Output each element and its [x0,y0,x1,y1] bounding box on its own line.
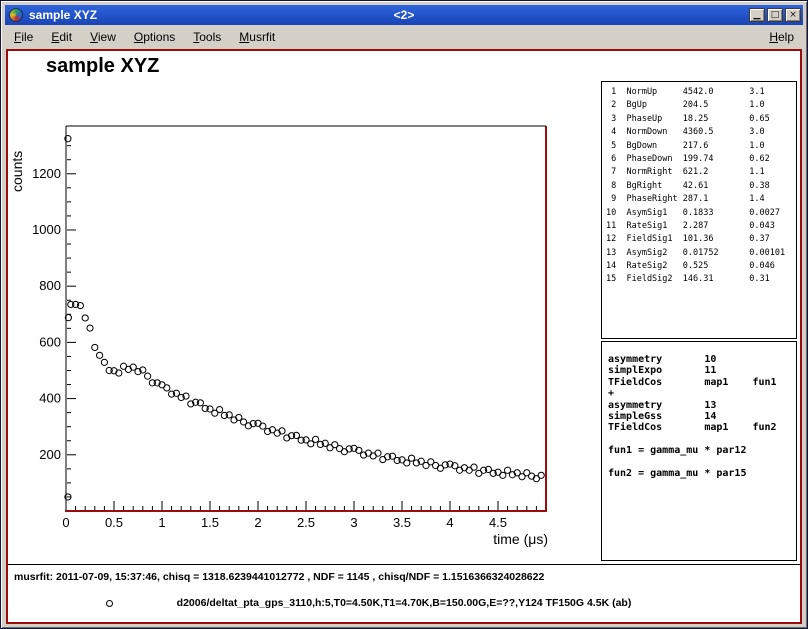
fit-param-row: 9 PhaseRight 287.1 1.4 [606,193,796,206]
svg-text:counts: counts [9,151,25,192]
fit-param-row: 1 NormUp 4542.0 3.1 [606,86,796,99]
theory-panel[interactable]: asymmetry 10simplExpo 11TFieldCos map1 f… [601,341,797,561]
fit-param-row: 3 PhaseUp 18.25 0.65 [606,113,796,126]
fit-param-row: 12 FieldSig1 101.36 0.37 [606,233,796,246]
theory-line [608,457,796,468]
theory-line: + [608,388,796,399]
svg-text:4: 4 [446,515,453,530]
fit-parameters-panel[interactable]: 1 NormUp 4542.0 3.1 2 BgUp 204.5 1.0 3 P… [601,81,797,339]
svg-text:200: 200 [39,447,61,462]
svg-text:2: 2 [254,515,261,530]
svg-text:0.5: 0.5 [105,515,123,530]
fit-param-row: 11 RateSig1 2.287 0.043 [606,220,796,233]
theory-line: asymmetry 13 [608,400,796,411]
menu-edit[interactable]: Edit [42,27,81,47]
menu-left-group: FileEditViewOptionsToolsMusrfit [5,27,284,47]
svg-text:0: 0 [62,515,69,530]
svg-text:1.5: 1.5 [201,515,219,530]
fit-param-row: 7 NormRight 621.2 1.1 [606,166,796,179]
minimize-button[interactable]: ▁ [749,8,765,22]
menubar: FileEditViewOptionsToolsMusrfit Help [5,26,803,48]
app-icon [9,8,23,22]
menu-help[interactable]: Help [760,27,803,47]
svg-text:800: 800 [39,278,61,293]
legend-row[interactable]: d2006/deltat_pta_gps_3110,h:5,T0=4.50K,T… [8,597,800,609]
theory-line: asymmetry 10 [608,354,796,365]
maximize-button[interactable]: □ [767,8,783,22]
window-center-label: <2> [394,8,415,22]
theory-line: TFieldCos map1 fun1 [608,377,796,388]
theory-line: fun2 = gamma_mu * par15 [608,468,796,479]
fit-param-row: 8 BgRight 42.61 0.38 [606,180,796,193]
fit-param-row: 5 BgDown 217.6 1.0 [606,140,796,153]
svg-text:3: 3 [350,515,357,530]
chart[interactable]: 0 0.5 1 1.5 2 2.5 3 3.5 4 4.5 200 400 600 800 1000 1200… [8,77,568,577]
menu-view[interactable]: View [81,27,125,47]
fit-status-line: musrfit: 2011-07-09, 15:37:46, chisq = 1… [14,571,544,583]
svg-text:600: 600 [39,334,61,349]
theory-line [608,434,796,445]
svg-text:1: 1 [158,515,165,530]
theory-line: TFieldCos map1 fun2 [608,422,796,433]
fit-param-row: 15 FieldSig2 146.31 0.31 [606,273,796,286]
app-window: sample XYZ <2> ▁ □ × FileEditViewOptions… [0,0,808,629]
svg-text:2.5: 2.5 [297,515,315,530]
window-controls: ▁ □ × [749,8,801,22]
svg-text:1000: 1000 [32,222,61,237]
titlebar[interactable]: sample XYZ <2> ▁ □ × [5,5,803,25]
close-button[interactable]: × [785,8,801,22]
fit-param-row: 2 BgUp 204.5 1.0 [606,99,796,112]
fit-param-row: 14 RateSig2 0.525 0.046 [606,260,796,273]
menu-musrfit[interactable]: Musrfit [230,27,284,47]
svg-text:400: 400 [39,391,61,406]
theory-line: simpleGss 14 [608,411,796,422]
window-title: sample XYZ [29,8,97,22]
status-separator [8,564,800,565]
menu-tools[interactable]: Tools [184,27,230,47]
menu-file[interactable]: File [5,27,42,47]
menu-options[interactable]: Options [125,27,184,47]
svg-text:1200: 1200 [32,166,61,181]
legend-text: d2006/deltat_pta_gps_3110,h:5,T0=4.50K,T… [177,597,632,609]
page-title: sample XYZ [46,55,159,78]
svg-text:3.5: 3.5 [393,515,411,530]
open-circle-marker-icon [106,600,113,607]
root-canvas[interactable]: sample XYZ 0 0.5 1 1.5 2 2.5 3 3.5 4 4.5 200 400 600… [6,49,802,624]
fit-param-row: 10 AsymSig1 0.1833 0.0027 [606,207,796,220]
svg-text:4.5: 4.5 [489,515,507,530]
fit-param-row: 13 AsymSig2 0.01752 0.00101 [606,247,796,260]
fit-param-row: 6 PhaseDown 199.74 0.62 [606,153,796,166]
svg-text:time (μs): time (μs) [493,531,548,547]
fit-param-row: 4 NormDown 4360.5 3.0 [606,126,796,139]
theory-line: simplExpo 11 [608,365,796,376]
theory-line: fun1 = gamma_mu * par12 [608,445,796,456]
